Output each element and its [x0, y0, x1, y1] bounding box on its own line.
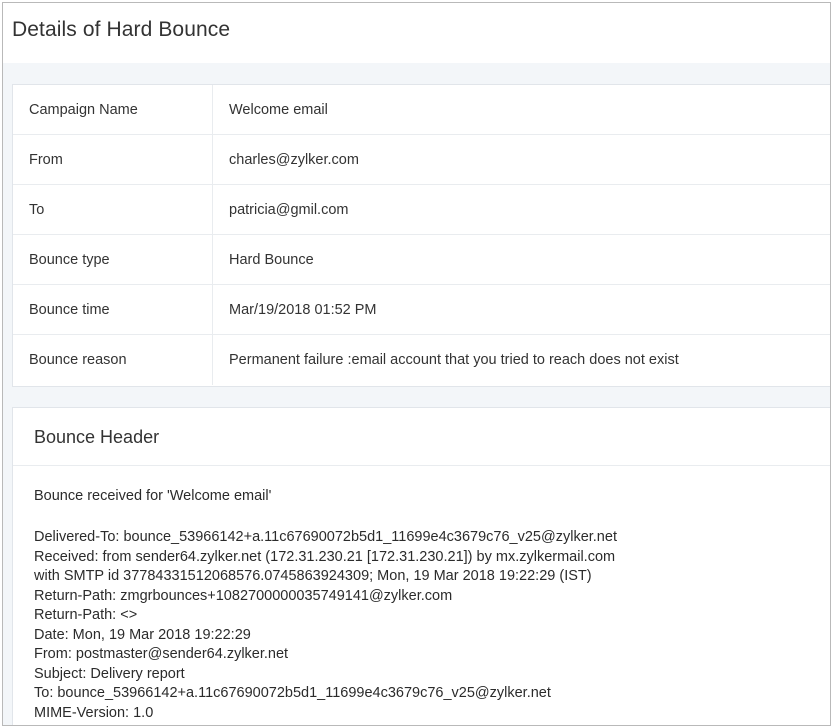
header-line: MIME-Version: 1.0 [34, 704, 154, 721]
header-line: Subject: Delivery report [34, 665, 185, 682]
detail-label: Bounce type [13, 235, 213, 284]
details-table: Campaign Name Welcome email From charles… [12, 84, 830, 387]
detail-value: Hard Bounce [229, 252, 314, 268]
detail-value: charles@zylker.com [229, 152, 359, 168]
bounce-details-window: Details of Hard Bounce Campaign Name Wel… [2, 2, 831, 726]
bounce-header-intro: Bounce received for 'Welcome email' [34, 488, 272, 504]
detail-row-bounce-time: Bounce time Mar/19/2018 01:52 PM [13, 285, 830, 335]
detail-row-bounce-reason: Bounce reason Permanent failure :email a… [13, 335, 830, 385]
header-line: Delivered-To: bounce_53966142+a.11c67690… [34, 529, 617, 545]
header-line: To: bounce_53966142+a.11c67690072b5d1_11… [34, 685, 551, 701]
header-line: Received: from sender64.zylker.net (172.… [34, 548, 616, 565]
header-line: Return-Path: zmgrbounces+108270000003574… [34, 587, 453, 604]
detail-label: Campaign Name [13, 85, 213, 134]
header-line: From: postmaster@sender64.zylker.net [34, 646, 289, 662]
bounce-header-lines: Delivered-To: bounce_53966142+a.11c67690… [34, 528, 617, 723]
page-title: Details of Hard Bounce [12, 18, 231, 41]
bounce-header-panel: Bounce Header Bounce received for 'Welco… [12, 407, 830, 725]
header-line: with SMTP id 37784331512068576.074586392… [34, 568, 592, 584]
detail-label: From [13, 135, 213, 184]
detail-value: Welcome email [229, 102, 328, 118]
detail-row-bounce-type: Bounce type Hard Bounce [13, 235, 830, 285]
bounce-header-title: Bounce Header [13, 408, 830, 466]
detail-value: Mar/19/2018 01:52 PM [229, 302, 377, 318]
detail-label: Bounce time [13, 285, 213, 334]
detail-row-from: From charles@zylker.com [13, 135, 830, 185]
detail-value: patricia@gmil.com [229, 202, 349, 218]
detail-label: Bounce reason [13, 335, 213, 385]
detail-row-campaign-name: Campaign Name Welcome email [13, 85, 830, 135]
header-line: Return-Path: <> [34, 607, 138, 623]
detail-row-to: To patricia@gmil.com [13, 185, 830, 235]
detail-label: To [13, 185, 213, 234]
detail-value: Permanent failure :email account that yo… [229, 352, 679, 368]
header-line: Date: Mon, 19 Mar 2018 19:22:29 [34, 626, 251, 643]
